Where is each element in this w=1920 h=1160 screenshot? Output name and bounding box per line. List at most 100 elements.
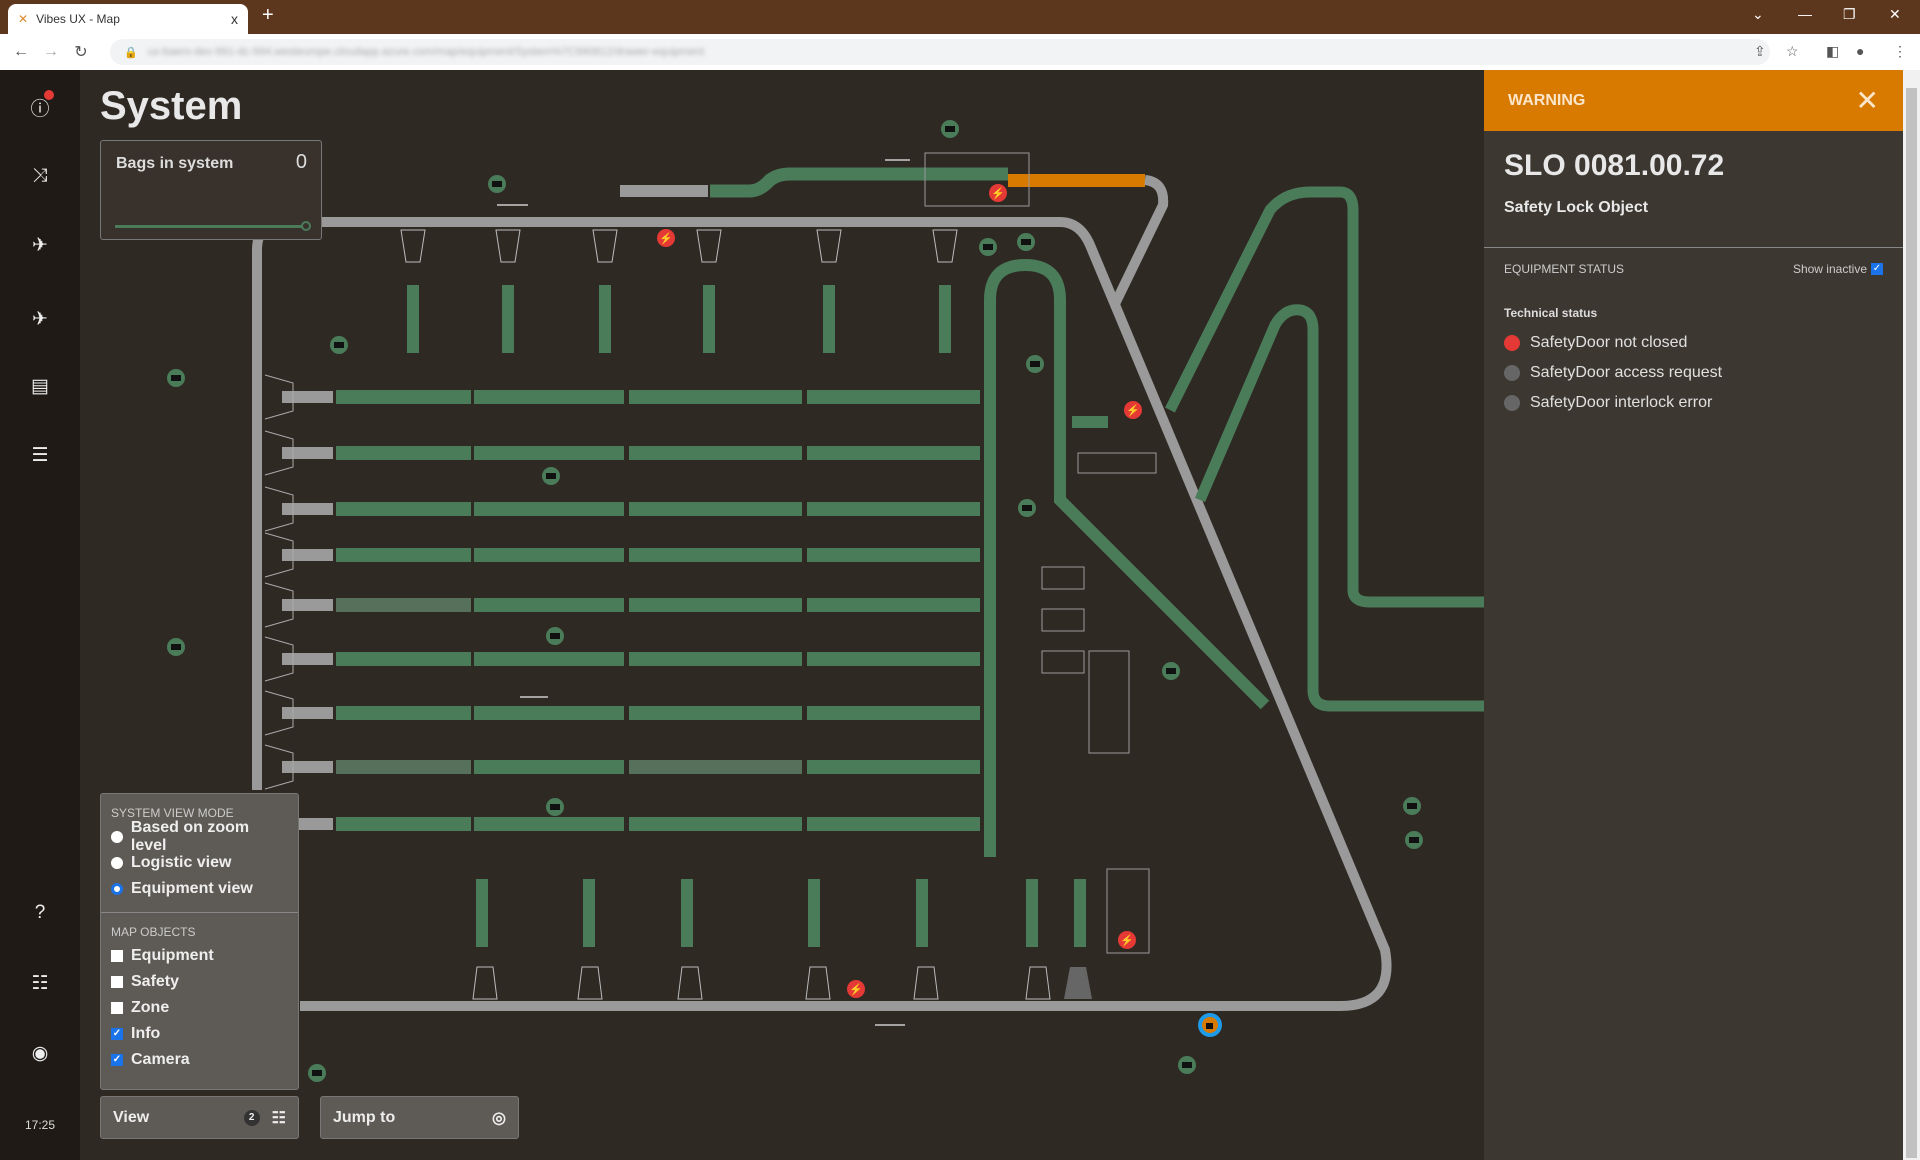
camera-icon[interactable] xyxy=(1162,662,1180,680)
sorter-row-segment xyxy=(629,548,802,562)
error-marker-icon[interactable]: ⚡ xyxy=(989,184,1007,202)
checkbox-checked-icon[interactable]: ✓ xyxy=(111,1054,123,1066)
carts-icon[interactable]: ▤ xyxy=(0,375,80,398)
row-stub xyxy=(282,761,333,773)
close-icon[interactable]: ✕ xyxy=(1856,84,1879,117)
camera-icon[interactable] xyxy=(546,798,564,816)
checkbox-icon[interactable] xyxy=(111,976,123,988)
departures-icon[interactable]: ✈ xyxy=(0,234,80,257)
camera-glyph xyxy=(550,804,560,810)
severity-header: WARNING ✕ xyxy=(1484,70,1903,131)
panel-scrollbar[interactable] xyxy=(1903,70,1920,1160)
severity-label: WARNING xyxy=(1508,91,1586,109)
safety-checkbox[interactable]: Safety xyxy=(101,969,298,995)
zone-checkbox[interactable]: Zone xyxy=(101,995,298,1021)
error-marker-icon[interactable]: ⚡ xyxy=(657,229,675,247)
jump-to-button[interactable]: Jump to ◎ xyxy=(320,1096,519,1139)
status-label: SafetyDoor not closed xyxy=(1530,334,1688,351)
checkbox-icon[interactable] xyxy=(111,1002,123,1014)
camera-icon[interactable] xyxy=(1017,233,1035,251)
sorter-row-segment xyxy=(336,760,471,774)
view-button[interactable]: View 2 ☷ xyxy=(100,1096,299,1139)
alerts-icon[interactable]: ⓘ xyxy=(0,90,80,121)
arrivals-icon[interactable]: ✈ xyxy=(0,305,80,328)
help-icon[interactable]: ? xyxy=(0,902,80,924)
option-label: Zone xyxy=(131,999,170,1016)
sorter-row-segment xyxy=(474,598,624,612)
equipment-outline xyxy=(1088,650,1130,754)
view-mode-zoom-radio[interactable]: Based on zoom level xyxy=(101,819,298,854)
buffer-bar xyxy=(407,285,419,353)
error-marker-icon[interactable]: ⚡ xyxy=(847,980,865,998)
sorter-row-segment xyxy=(807,760,980,774)
camera-icon[interactable] xyxy=(167,369,185,387)
selected-safety-lock-icon[interactable] xyxy=(1198,1013,1222,1037)
status-item: SafetyDoor interlock error xyxy=(1484,388,1903,418)
account-icon[interactable]: ◉ xyxy=(0,1042,80,1065)
sorter-row-segment xyxy=(807,652,980,666)
radio-icon[interactable] xyxy=(111,831,123,843)
sorter-row-segment xyxy=(629,760,802,774)
camera-icon[interactable] xyxy=(1403,797,1421,815)
bags-label: Bags in system xyxy=(116,155,234,172)
radio-selected-icon[interactable] xyxy=(111,883,123,895)
target-icon: ◎ xyxy=(492,1109,506,1127)
camera-checkbox[interactable]: ✓ Camera xyxy=(101,1047,298,1073)
buffer-bar xyxy=(583,879,595,947)
camera-icon[interactable] xyxy=(167,638,185,656)
sorter-row-segment xyxy=(336,817,471,831)
camera-icon[interactable] xyxy=(308,1064,326,1082)
buffer-bar xyxy=(681,879,693,947)
camera-icon[interactable] xyxy=(330,336,348,354)
row-stub xyxy=(282,707,333,719)
error-marker-icon[interactable]: ⚡ xyxy=(1118,931,1136,949)
sorter-row-segment xyxy=(807,390,980,404)
camera-glyph xyxy=(171,644,181,650)
chute-outline xyxy=(932,229,958,263)
bolt-glyph: ⚡ xyxy=(849,983,863,996)
sorter-row-segment xyxy=(336,652,471,666)
show-inactive-toggle[interactable]: Show inactive ✓ xyxy=(1793,262,1883,276)
row-stub xyxy=(282,653,333,665)
camera-icon[interactable] xyxy=(1018,499,1036,517)
sorter-row-segment xyxy=(336,502,471,516)
sorter-row-segment xyxy=(629,446,802,460)
camera-icon[interactable] xyxy=(546,627,564,645)
merge-unit xyxy=(1072,416,1108,428)
technical-status-header: Technical status xyxy=(1504,306,1598,320)
equipment-outline xyxy=(1041,608,1085,632)
camera-icon[interactable] xyxy=(941,120,959,138)
scrollbar-thumb[interactable] xyxy=(1906,88,1917,1158)
option-label: Equipment xyxy=(131,947,214,964)
buffer-bar xyxy=(1026,879,1038,947)
camera-icon[interactable] xyxy=(979,238,997,256)
sorter-row-segment xyxy=(474,446,624,460)
radio-icon[interactable] xyxy=(111,857,123,869)
chute-outline xyxy=(592,229,618,263)
error-marker-icon[interactable]: ⚡ xyxy=(1124,401,1142,419)
camera-icon[interactable] xyxy=(1026,355,1044,373)
chute-outline xyxy=(495,229,521,263)
sorter-row-segment xyxy=(629,598,802,612)
row-stub xyxy=(282,447,333,459)
view-mode-equipment-radio[interactable]: Equipment view xyxy=(101,876,298,902)
show-inactive-checkbox[interactable]: ✓ xyxy=(1871,263,1883,275)
info-checkbox[interactable]: ✓ Info xyxy=(101,1021,298,1047)
camera-glyph xyxy=(1021,239,1031,245)
reports-icon[interactable]: ☰ xyxy=(0,444,80,467)
bolt-glyph: ⚡ xyxy=(1120,934,1134,947)
camera-icon[interactable] xyxy=(542,467,560,485)
routing-icon[interactable]: ⤨ xyxy=(0,165,80,187)
sorter-row-segment xyxy=(629,817,802,831)
camera-icon[interactable] xyxy=(1178,1056,1196,1074)
checkbox-checked-icon[interactable]: ✓ xyxy=(111,1028,123,1040)
sorter-row-segment xyxy=(474,652,624,666)
sorter-row-segment xyxy=(807,817,980,831)
camera-icon[interactable] xyxy=(488,175,506,193)
bags-value: 0 xyxy=(295,151,307,173)
settings-icon[interactable]: ☷ xyxy=(0,972,80,995)
equipment-checkbox[interactable]: Equipment xyxy=(101,943,298,969)
sorter-row-segment xyxy=(336,548,471,562)
camera-icon[interactable] xyxy=(1405,831,1423,849)
checkbox-icon[interactable] xyxy=(111,950,123,962)
